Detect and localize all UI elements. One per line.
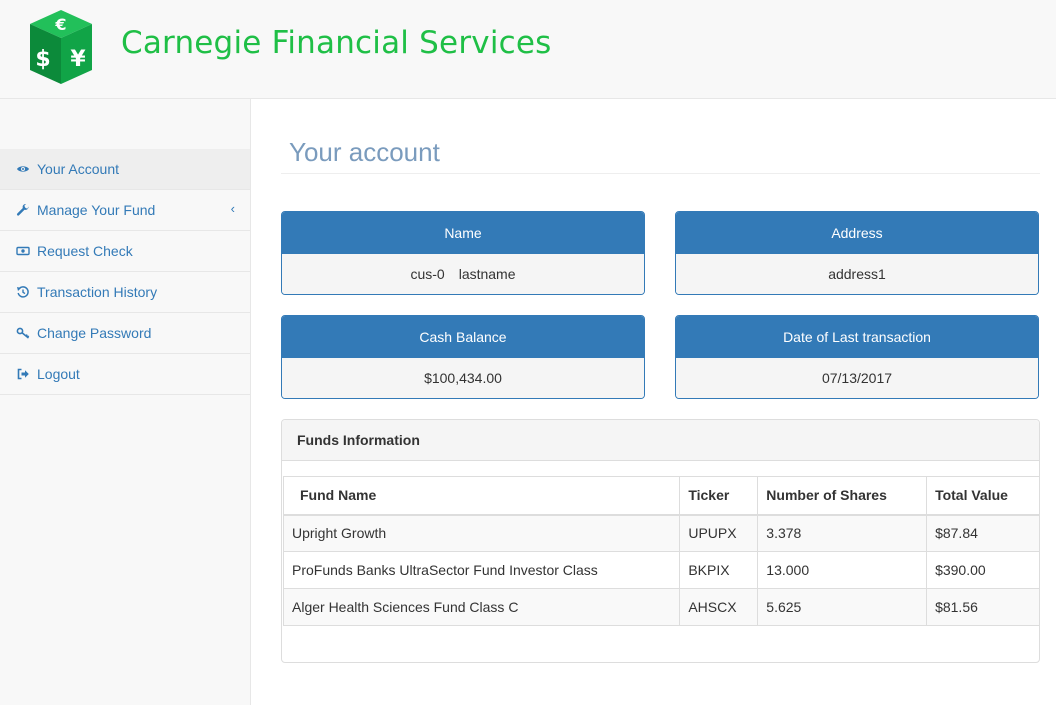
- table-header-row: Fund Name Ticker Number of Shares Total …: [282, 476, 1040, 516]
- table-row: Upright Growth UPUPX 3.378 $87.84: [282, 514, 1040, 552]
- sidebar-item-your-account[interactable]: Your Account: [0, 149, 250, 190]
- shares-cell: 13.000: [757, 551, 928, 589]
- cash-balance-panel: Cash Balance $100,434.00: [281, 315, 645, 399]
- ticker-cell: UPUPX: [679, 514, 759, 552]
- fund-name-cell: ProFunds Banks UltraSector Fund Investor…: [282, 551, 681, 589]
- page-title: Your account: [289, 137, 440, 167]
- fund-name-cell: Upright Growth: [282, 514, 681, 552]
- funds-information-panel: Funds Information Fund Name Ticker Numbe…: [281, 419, 1040, 663]
- svg-text:€: €: [54, 15, 66, 34]
- name-panel-value: cus-0 lastname: [282, 253, 644, 294]
- column-header-shares: Number of Shares: [757, 476, 928, 516]
- table-row: ProFunds Banks UltraSector Fund Investor…: [282, 551, 1040, 589]
- cash-balance-value: $100,434.00: [282, 357, 644, 398]
- sidebar-item-label: Change Password: [37, 325, 152, 341]
- column-header-fund-name: Fund Name: [282, 476, 681, 516]
- wrench-icon: [16, 203, 30, 217]
- cash-balance-heading: Cash Balance: [282, 316, 644, 357]
- funds-panel-heading: Funds Information: [282, 420, 1039, 461]
- sidebar-nav: Your Account Manage Your Fund ‹ Request …: [0, 149, 250, 395]
- last-transaction-value: 07/13/2017: [676, 357, 1038, 398]
- column-header-ticker: Ticker: [679, 476, 759, 516]
- sidebar-item-change-password[interactable]: Change Password: [0, 313, 250, 354]
- sidebar-item-label: Your Account: [37, 161, 119, 177]
- sidebar-item-label: Transaction History: [37, 284, 158, 300]
- sidebar-item-label: Request Check: [37, 243, 133, 259]
- sidebar-item-manage-your-fund[interactable]: Manage Your Fund ‹: [0, 190, 250, 231]
- history-icon: [16, 285, 30, 299]
- top-header: € $ ¥ Carnegie Financial Services: [0, 0, 1056, 99]
- address-panel-value: address1: [676, 253, 1038, 294]
- sidebar-item-request-check[interactable]: Request Check: [0, 231, 250, 272]
- key-icon: [16, 326, 30, 340]
- total-value-cell: $390.00: [926, 551, 1040, 589]
- svg-text:$: $: [35, 47, 50, 72]
- name-panel-heading: Name: [282, 212, 644, 253]
- sidebar: Your Account Manage Your Fund ‹ Request …: [0, 99, 251, 705]
- table-row: Alger Health Sciences Fund Class C AHSCX…: [282, 588, 1040, 626]
- address-panel: Address address1: [675, 211, 1039, 295]
- last-transaction-heading: Date of Last transaction: [676, 316, 1038, 357]
- sidebar-item-label: Manage Your Fund: [37, 202, 156, 218]
- funds-table: Fund Name Ticker Number of Shares Total …: [282, 476, 1040, 626]
- fund-name-cell: Alger Health Sciences Fund Class C: [282, 588, 681, 626]
- eye-icon: [16, 162, 30, 176]
- title-divider: [281, 173, 1040, 174]
- total-value-cell: $81.56: [926, 588, 1040, 626]
- logout-icon: [16, 367, 30, 381]
- column-header-total-value: Total Value: [926, 476, 1040, 516]
- shares-cell: 5.625: [757, 588, 928, 626]
- sidebar-item-transaction-history[interactable]: Transaction History: [0, 272, 250, 313]
- money-icon: [16, 244, 30, 258]
- total-value-cell: $87.84: [926, 514, 1040, 552]
- currency-dice-logo-icon[interactable]: € $ ¥: [26, 8, 96, 86]
- shares-cell: 3.378: [757, 514, 928, 552]
- ticker-cell: BKPIX: [679, 551, 759, 589]
- last-transaction-panel: Date of Last transaction 07/13/2017: [675, 315, 1039, 399]
- chevron-left-icon[interactable]: ‹: [231, 201, 235, 216]
- ticker-cell: AHSCX: [679, 588, 759, 626]
- name-panel: Name cus-0 lastname: [281, 211, 645, 295]
- brand-title[interactable]: Carnegie Financial Services: [121, 25, 552, 61]
- address-panel-heading: Address: [676, 212, 1038, 253]
- svg-text:¥: ¥: [70, 47, 86, 72]
- sidebar-item-logout[interactable]: Logout: [0, 354, 250, 395]
- sidebar-item-label: Logout: [37, 366, 80, 382]
